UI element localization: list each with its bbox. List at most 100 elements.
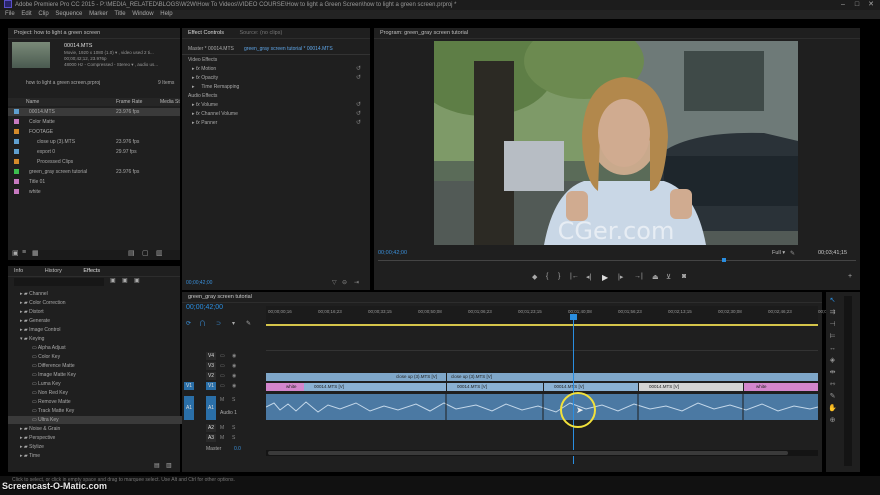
fx-opacity[interactable]: ▸ fx Opacity [192, 74, 218, 82]
effect-tree-item[interactable]: ▸ ▰ Stylize [8, 443, 192, 451]
tab-sequence[interactable]: green_gray screen tutorial [188, 294, 252, 300]
clip-v1-00014-4[interactable]: 00014.MTS [V] [639, 383, 743, 391]
effect-tree-item[interactable]: ▸ ▰ Distort [8, 308, 192, 316]
track-target[interactable]: V2 [206, 372, 216, 380]
accelerated-icon[interactable]: ▣ [110, 277, 116, 284]
audio-clip-a1[interactable] [265, 394, 819, 420]
new-item-icon[interactable]: ▢ [142, 249, 149, 257]
effect-tree-item[interactable]: ▸ ▰ Time [8, 452, 192, 460]
yuv-icon[interactable]: ▣ [134, 277, 140, 284]
zoom-tool-icon[interactable]: ⊕ [828, 416, 837, 425]
track-target[interactable]: V3 [206, 362, 216, 370]
mark-in-icon[interactable]: { [546, 273, 548, 280]
fx-time-remapping[interactable]: ▸ Time Remapping [192, 83, 239, 91]
play-icon[interactable]: ▶ [602, 273, 608, 282]
playhead-handle[interactable] [570, 314, 577, 320]
timeline-timecode[interactable]: 00;00;42;00 [186, 304, 223, 311]
mute-track-button[interactable]: M [220, 424, 224, 432]
trash-icon[interactable]: ▥ [156, 249, 163, 257]
solo-track-button[interactable]: S [232, 434, 235, 442]
effect-tree-item[interactable]: ▸ ▰ Channel [8, 290, 192, 298]
menu-sequence[interactable]: Sequence [55, 11, 82, 17]
mute-track-button[interactable]: M [220, 396, 224, 404]
search-bar[interactable] [12, 88, 176, 97]
tab-effects[interactable]: Effects [83, 268, 100, 274]
project-item[interactable]: Processed Clips [8, 158, 180, 166]
track-target[interactable]: A2 [206, 424, 216, 432]
solo-track-button[interactable]: S [232, 424, 235, 432]
add-marker-icon[interactable]: ◆ [532, 273, 537, 281]
sequence-clip-label[interactable]: green_gray screen tutorial * 00014.MTS [244, 46, 333, 52]
effect-tree-item[interactable]: ▭ Ultra Key [8, 416, 204, 424]
clip-v1-white-2[interactable]: white [744, 383, 818, 391]
scroll-thumb[interactable] [268, 451, 788, 455]
clip-v2-close-up-2[interactable]: close up (3).MTS [V] [447, 373, 818, 381]
reset-icon[interactable]: ↺ [356, 74, 361, 81]
menu-help[interactable]: Help [160, 11, 172, 17]
trash-icon[interactable]: ▥ [166, 462, 172, 469]
track-select-tool-icon[interactable]: ⇉ [828, 308, 837, 317]
effect-tree-item[interactable]: ▾ ▰ Keying [8, 335, 192, 343]
master-clip-label[interactable]: Master * 00014.MTS [188, 46, 234, 52]
source-patch[interactable]: V1 [184, 382, 194, 390]
32bit-icon[interactable]: ▣ [122, 277, 128, 284]
solo-track-button[interactable]: S [232, 396, 235, 404]
fx-channel-volume[interactable]: ▸ fx Channel Volume [192, 110, 238, 118]
project-item[interactable]: Color Matte [8, 118, 180, 126]
menu-clip[interactable]: Clip [38, 11, 48, 17]
reset-icon[interactable]: ↺ [356, 65, 361, 72]
step-forward-icon[interactable]: |▸ [618, 273, 623, 281]
project-item[interactable]: green_gray screen tutorial 23.976 fps [8, 168, 180, 176]
export-frame-icon[interactable]: ◙ [682, 273, 686, 280]
filter-icon[interactable]: ▽ [332, 279, 337, 286]
tab-history[interactable]: History [45, 268, 62, 274]
ripple-edit-tool-icon[interactable]: ⊣ [828, 320, 837, 329]
project-item[interactable]: close up (3).MTS 23.976 fps [8, 138, 180, 146]
effect-tree-item[interactable]: ▭ Difference Matte [8, 362, 204, 370]
slip-tool-icon[interactable]: ⇹ [828, 368, 837, 377]
tab-source[interactable]: Source: (no clips) [240, 30, 283, 36]
effect-tree-item[interactable]: ▭ Remove Matte [8, 398, 204, 406]
toggle-sync-lock-icon[interactable]: ▭ [220, 382, 225, 390]
effect-tree-item[interactable]: ▸ ▰ Noise & Grain [8, 425, 192, 433]
reset-icon[interactable]: ↺ [356, 119, 361, 126]
effect-tree-item[interactable]: ▸ ▰ Image Control [8, 326, 192, 334]
track-target[interactable]: V4 [206, 352, 216, 360]
settings-wrench-icon[interactable]: ✎ [246, 320, 251, 327]
extract-icon[interactable]: ⊻ [666, 273, 671, 281]
effect-tree-item[interactable]: ▭ Image Matte Key [8, 371, 204, 379]
effect-tree-item[interactable]: ▸ ▰ Generate [8, 317, 192, 325]
clip-v2-close-up-1[interactable]: close up (3).MTS [V] [266, 373, 446, 381]
playhead-marker[interactable] [722, 258, 726, 262]
clip-v1-00014-2[interactable]: 00014.MTS [V] [447, 383, 543, 391]
go-to-in-icon[interactable]: |← [570, 273, 579, 280]
clip-v1-00014-1[interactable]: 00014.MTS [V] [304, 383, 446, 391]
slide-tool-icon[interactable]: ⇿ [828, 380, 837, 389]
col-frame-rate[interactable]: Frame Rate [116, 98, 142, 106]
video-frame[interactable]: CGer.com [434, 41, 798, 245]
zoom-select[interactable]: Full ▾ [772, 250, 785, 256]
reset-icon[interactable]: ↺ [356, 101, 361, 108]
add-button-icon[interactable]: + [848, 273, 852, 280]
razor-tool-icon[interactable]: ◈ [828, 356, 837, 365]
project-item[interactable]: Title 01 [8, 178, 180, 186]
pen-tool-icon[interactable]: ✎ [828, 392, 837, 401]
tab-effect-controls[interactable]: Effect Controls [188, 30, 224, 36]
track-target[interactable]: A1 [206, 396, 216, 420]
go-to-out-icon[interactable]: →| [634, 273, 643, 280]
toggle-track-output-icon[interactable]: ◉ [232, 362, 236, 370]
effect-tree-item[interactable]: ▭ Alpha Adjust [8, 344, 204, 352]
fx-motion[interactable]: ▸ fx Motion [192, 65, 216, 73]
wrench-icon[interactable]: ✎ [790, 250, 795, 257]
list-view-icon[interactable]: ≡ [22, 249, 26, 256]
rate-stretch-tool-icon[interactable]: ↔ [828, 344, 837, 353]
toggle-track-output-icon[interactable]: ◉ [232, 352, 236, 360]
track-target[interactable]: A3 [206, 434, 216, 442]
new-bin-icon[interactable]: ▤ [154, 462, 160, 469]
fx-panner[interactable]: ▸ fx Panner [192, 119, 217, 127]
project-item[interactable]: white [8, 188, 180, 196]
close-button[interactable]: ✕ [864, 1, 878, 9]
menu-title[interactable]: Title [114, 11, 125, 17]
selection-tool-icon[interactable]: ↖ [828, 296, 837, 305]
marker-icon[interactable]: ▾ [232, 320, 235, 327]
